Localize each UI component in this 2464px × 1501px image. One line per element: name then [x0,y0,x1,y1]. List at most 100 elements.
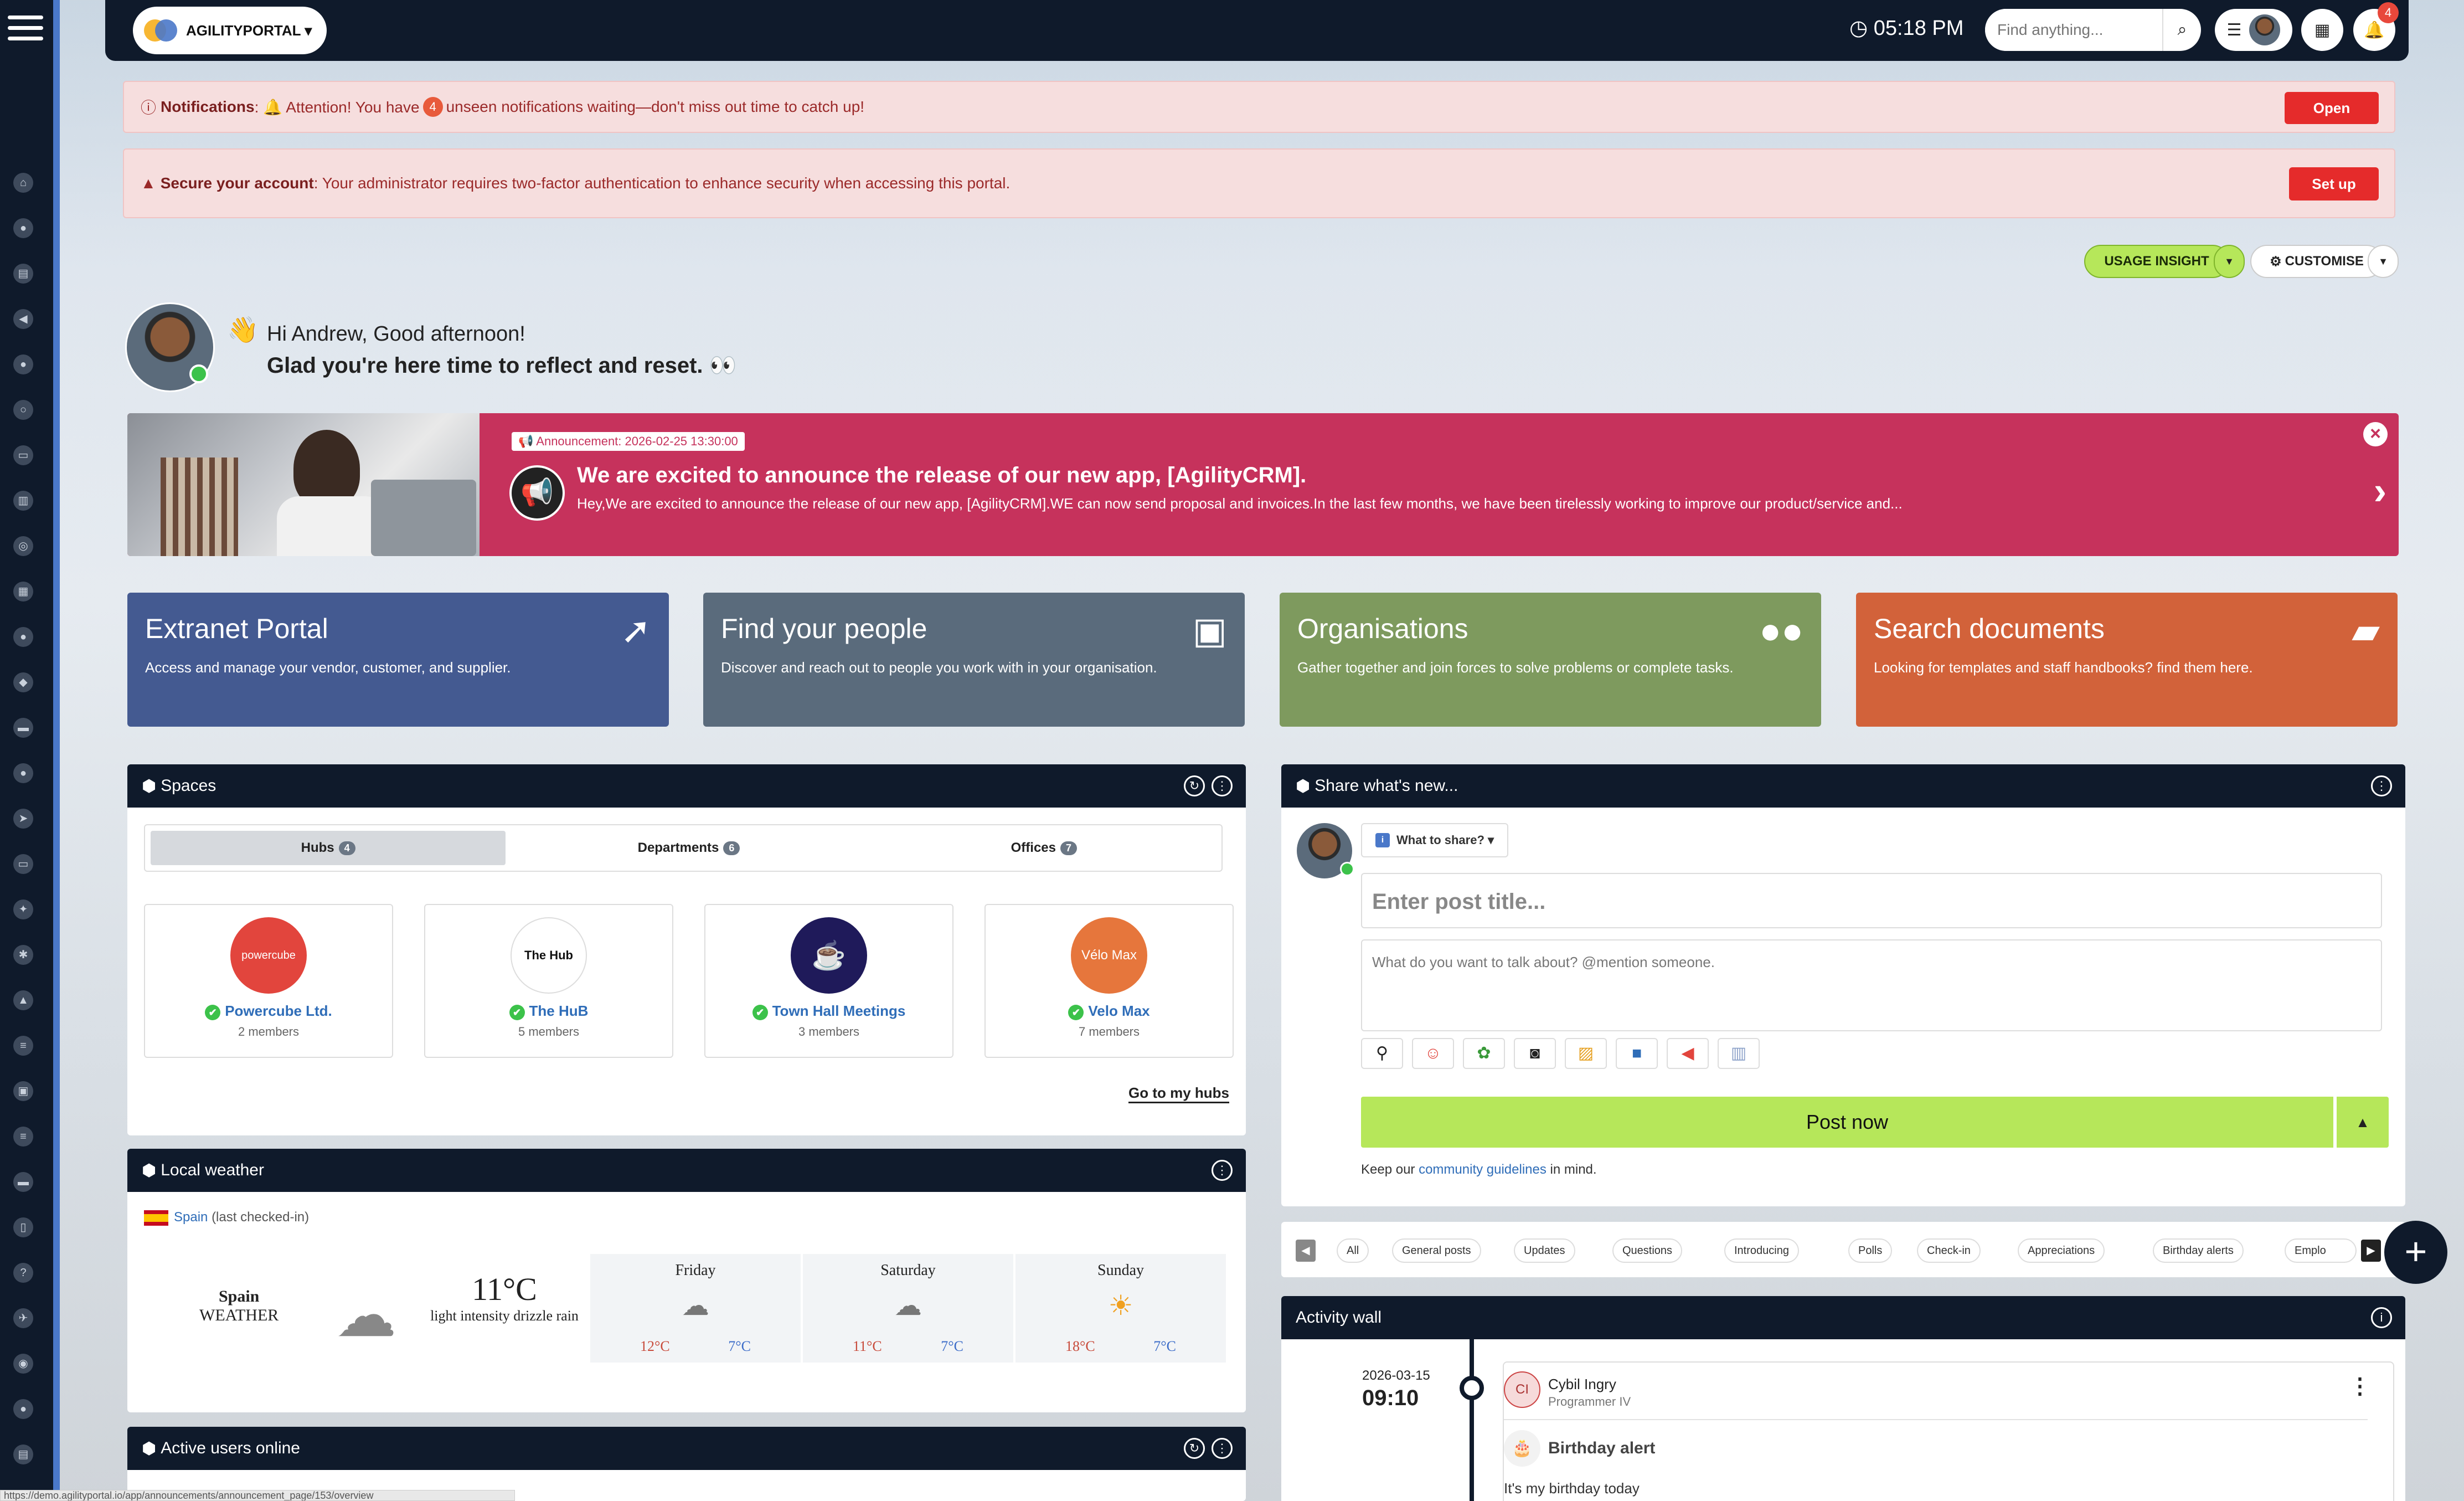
plane-icon[interactable]: ✈ [13,1308,33,1328]
setup-2fa-button[interactable]: Set up [2289,167,2379,201]
scroll-right-icon[interactable]: ▶ [2361,1240,2381,1262]
gif-icon[interactable]: ✿ [1463,1038,1505,1069]
calendar-button[interactable]: ▦ [2301,9,2343,51]
more-options-icon[interactable]: ⋮ [1212,1160,1233,1181]
search-nav-icon[interactable]: ○ [13,400,33,420]
close-icon[interactable]: × [2363,422,2388,446]
book-icon[interactable]: ▥ [13,491,33,511]
scroll-left-icon[interactable]: ◀ [1296,1240,1316,1262]
tile-find-your-people[interactable]: Find your people Discover and reach out … [703,593,1245,727]
customise-button[interactable]: ⚙ CUSTOMISE [2250,245,2383,278]
what-to-share-dropdown[interactable]: i What to share? ▾ [1361,823,1509,857]
people-icon[interactable]: ● [13,218,33,238]
post-body-input[interactable]: What do you want to talk about? @mention… [1361,939,2382,1031]
open-notifications-button[interactable]: Open [2285,92,2379,124]
globe-icon[interactable]: ◎ [13,536,33,556]
calendar-nav-icon[interactable]: ▦ [13,582,33,602]
hub-name[interactable]: The HuB [425,1003,672,1020]
user-menu-button[interactable]: ☰ [2215,9,2292,51]
hub-name[interactable]: Velo Max [986,1003,1233,1020]
filter-questions[interactable]: Questions [1612,1238,1683,1263]
tab-hubs[interactable]: Hubs 4 [151,831,506,865]
filter-updates[interactable]: Updates [1514,1238,1575,1263]
filter-birthday-alerts[interactable]: Birthday alerts [2153,1238,2244,1263]
filter-general-posts[interactable]: General posts [1392,1238,1481,1263]
info-icon[interactable]: i [2371,1307,2392,1328]
hub-name[interactable]: Town Hall Meetings [705,1003,952,1020]
post-now-button[interactable]: Post now [1361,1097,2333,1148]
tab-offices[interactable]: Offices 7 [867,825,1221,871]
messages-icon[interactable]: ● [13,1399,33,1419]
activity-card[interactable]: CI Cybil Ingry Programmer IV ⋮ 🎂 Birthda… [1503,1361,2394,1501]
user-initials-avatar[interactable]: CI [1504,1371,1540,1408]
share-icon[interactable]: ◆ [13,672,33,692]
hub-card[interactable]: ☕ Town Hall Meetings 3 members [704,904,953,1058]
filter-employee[interactable]: Emplo [2285,1238,2357,1263]
tasks-icon[interactable]: ≡ [13,1127,33,1147]
document-icon[interactable]: ▤ [13,264,33,284]
id-card-icon[interactable]: ▭ [13,854,33,874]
emoji-icon[interactable]: ☺ [1412,1038,1454,1069]
help-icon[interactable]: ? [13,1263,33,1283]
more-options-icon[interactable]: ⋮ [1212,1438,1233,1459]
archive-icon[interactable]: ▤ [13,1445,33,1464]
hub-name[interactable]: Powercube Ltd. [145,1003,392,1020]
go-to-my-hubs-link[interactable]: Go to my hubs [1128,1084,1229,1103]
brand-switcher[interactable]: AGILITYPORTAL ▾ [133,7,327,54]
search-icon[interactable]: ⌕ [2162,9,2201,51]
refresh-icon[interactable]: ↻ [1184,1438,1205,1459]
clipboard-icon[interactable]: ▣ [13,1081,33,1101]
image-icon[interactable]: ▨ [1565,1038,1607,1069]
rocket-icon[interactable]: ➤ [13,809,33,829]
filter-appreciations[interactable]: Appreciations [2018,1238,2105,1263]
tile-organisations[interactable]: Organisations Gather together and join f… [1280,593,1821,727]
weather-country-link[interactable]: Spain [174,1210,208,1225]
tile-extranet-portal[interactable]: Extranet Portal Access and manage your v… [127,593,669,727]
camera-icon[interactable]: ◉ [13,1354,33,1374]
hub-card[interactable]: powercube Powercube Ltd. 2 members [144,904,393,1058]
mobile-icon[interactable]: ▯ [13,1217,33,1237]
create-plus-button[interactable]: + [2384,1221,2447,1284]
chevron-right-icon[interactable]: › [2374,469,2386,513]
customise-dropdown[interactable]: ▼ [2368,245,2399,278]
hub-card[interactable]: Vélo Max Velo Max 7 members [984,904,1234,1058]
map-icon[interactable]: ▥ [1718,1038,1760,1069]
settings-icon[interactable]: ✱ [13,945,33,965]
filter-introducing[interactable]: Introducing [1724,1238,1799,1263]
filter-all[interactable]: All [1337,1238,1369,1263]
filter-check-in[interactable]: Check-in [1917,1238,1981,1263]
audio-icon[interactable]: ◀ [1667,1038,1709,1069]
folder-icon[interactable]: ▬ [13,718,33,738]
video-icon[interactable]: ■ [1616,1038,1658,1069]
megaphone-icon[interactable]: ◀ [13,309,33,329]
comment-icon[interactable]: ● [13,763,33,783]
chart-icon[interactable]: ▲ [13,990,33,1010]
usage-insight-button[interactable]: USAGE INSIGHT [2084,245,2229,278]
camera-icon[interactable]: ◙ [1514,1038,1556,1069]
filter-polls[interactable]: Polls [1848,1238,1893,1263]
tile-search-documents[interactable]: Search documents Looking for templates a… [1856,593,2398,727]
home-icon[interactable]: ⌂ [13,173,33,193]
activity-wall-header: Activity wall [1281,1296,2405,1339]
more-options-icon[interactable]: ⋮ [2371,775,2392,796]
chat-icon[interactable]: ● [13,354,33,374]
post-options-dropdown[interactable]: ▲ [2337,1097,2389,1148]
tab-departments[interactable]: Departments 6 [511,825,866,871]
group-icon[interactable]: ● [13,627,33,647]
card-menu-icon[interactable]: ⋮ [2349,1374,2371,1399]
refresh-icon[interactable]: ↻ [1184,775,1205,796]
network-icon[interactable]: ✦ [13,899,33,919]
card-icon[interactable]: ▭ [13,445,33,465]
more-options-icon[interactable]: ⋮ [1212,775,1233,796]
hamburger-menu-icon[interactable] [8,16,43,42]
activity-user-name[interactable]: Cybil Ingry [1548,1376,1616,1393]
post-title-input[interactable]: Enter post title... [1361,873,2382,928]
hub-card[interactable]: The Hub The HuB 5 members [424,904,673,1058]
community-guidelines-link[interactable]: community guidelines [1419,1162,1547,1177]
usage-insight-dropdown[interactable]: ▼ [2214,245,2245,278]
list-icon[interactable]: ≡ [13,1036,33,1056]
attach-icon[interactable]: ⚲ [1361,1038,1403,1069]
announcement-banner[interactable]: 📢 Announcement: 2026-02-25 13:30:00 📢 We… [127,413,2399,556]
briefcase-icon[interactable]: ▬ [13,1172,33,1192]
search-input[interactable] [1985,9,2162,51]
